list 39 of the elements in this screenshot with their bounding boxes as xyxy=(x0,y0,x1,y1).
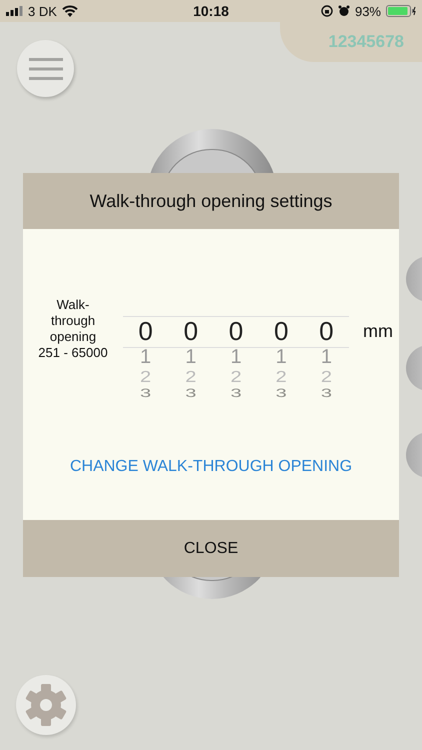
clock: 10:18 xyxy=(193,3,229,19)
wheel-option[interactable]: 3 xyxy=(230,389,242,398)
wifi-icon xyxy=(62,5,78,17)
menu-icon xyxy=(28,56,62,80)
wheel-option[interactable]: 2 xyxy=(276,370,287,384)
battery-percent: 93% xyxy=(354,4,381,18)
settings-button[interactable] xyxy=(16,675,76,735)
wheel-option[interactable]: 1 xyxy=(230,346,242,368)
signal-icon xyxy=(6,6,23,16)
wheel-option[interactable]: 2 xyxy=(140,370,152,384)
wheel-value[interactable]: 0 xyxy=(319,316,334,346)
carrier: 3 DK xyxy=(28,4,57,18)
wheel-option[interactable]: 1 xyxy=(276,346,287,368)
change-opening-link[interactable]: CHANGE WALK-THROUGH OPENING xyxy=(70,458,352,476)
menu-button[interactable] xyxy=(17,40,74,97)
wheel-option[interactable]: 3 xyxy=(276,389,287,398)
device-id: 12345678 xyxy=(328,32,404,52)
settings-icon xyxy=(24,683,68,727)
wheel-option[interactable]: 1 xyxy=(185,346,196,368)
battery-icon xyxy=(386,5,416,17)
wheel-option[interactable]: 1 xyxy=(320,346,332,368)
field-label: Walk-through opening xyxy=(48,297,98,345)
wheel-value[interactable]: 0 xyxy=(274,316,288,346)
range-label: 251 - 65000 xyxy=(38,345,108,361)
rotation-lock-icon xyxy=(320,5,333,17)
wheel-option[interactable]: 2 xyxy=(320,370,332,384)
dialog-title: Walk-through opening settings xyxy=(90,190,332,212)
wheel-value[interactable]: 0 xyxy=(228,316,244,346)
wheel-option[interactable]: 2 xyxy=(185,370,196,384)
wheel-value[interactable]: 0 xyxy=(138,316,153,346)
unit-label: mm xyxy=(363,321,393,342)
close-button[interactable]: CLOSE xyxy=(23,520,399,577)
wheel-value[interactable]: 0 xyxy=(184,316,198,346)
wheel-option[interactable]: 1 xyxy=(140,346,152,368)
wheel-option[interactable]: 3 xyxy=(185,389,196,398)
wheel-option[interactable]: 2 xyxy=(230,370,242,384)
wheel-option[interactable]: 3 xyxy=(320,389,332,398)
wheel-option[interactable]: 3 xyxy=(140,389,152,398)
alarm-icon xyxy=(338,5,350,17)
